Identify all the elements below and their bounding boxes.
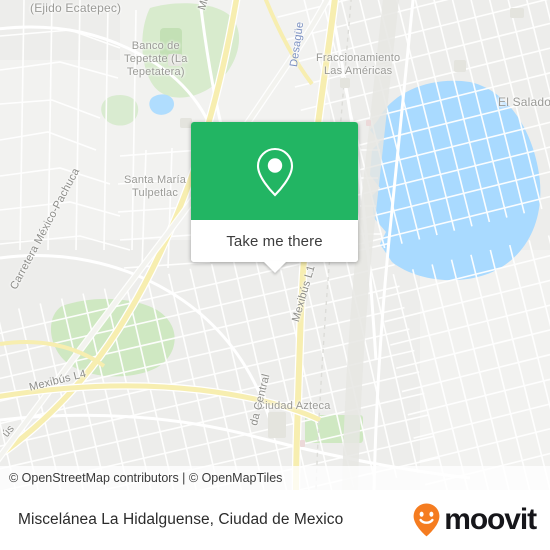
map-attribution-bar: © OpenStreetMap contributors | © OpenMap… <box>0 466 550 490</box>
moovit-wordmark: moovit <box>444 503 537 536</box>
callout-tail <box>262 261 287 273</box>
attribution-text[interactable]: © OpenStreetMap contributors | © OpenMap… <box>9 471 282 485</box>
destination-callout[interactable]: Take me there <box>191 122 358 273</box>
map-pin-icon <box>256 147 293 197</box>
map-canvas[interactable]: (Ejido Ecatepec) Banco de Tepetate (La Te… <box>0 0 550 490</box>
callout-action[interactable]: Take me there <box>191 220 358 262</box>
moovit-logo[interactable]: moovit <box>412 502 537 538</box>
footer-bar: Miscelánea La Hidalguense, Ciudad de Mex… <box>0 490 550 550</box>
place-title: Miscelánea La Hidalguense, Ciudad de Mex… <box>18 511 344 528</box>
moovit-pin-icon <box>413 503 440 537</box>
map-screenshot: (Ejido Ecatepec) Banco de Tepetate (La Te… <box>0 0 550 550</box>
callout-header <box>191 122 358 220</box>
take-me-there-label: Take me there <box>226 232 323 250</box>
